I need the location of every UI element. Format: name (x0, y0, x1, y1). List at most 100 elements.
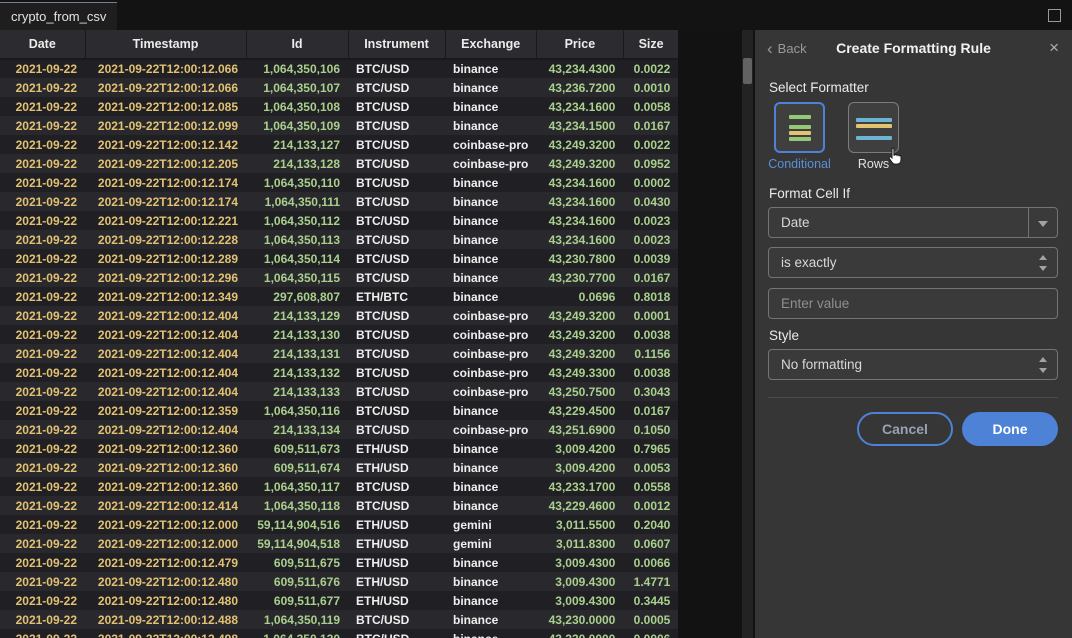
cell-instrument[interactable]: BTC/USD (348, 230, 445, 249)
table-row[interactable]: 2021-09-222021-09-22T12:00:12.0851,064,3… (0, 97, 678, 116)
cell-price[interactable]: 43,236.7200 (536, 78, 623, 97)
cell-size[interactable]: 0.0558 (623, 477, 678, 496)
cell-instrument[interactable]: BTC/USD (348, 610, 445, 629)
cell-price[interactable]: 43,249.3200 (536, 325, 623, 344)
cell-id[interactable]: 1,064,350,106 (246, 59, 348, 78)
cell-id[interactable]: 1,064,350,111 (246, 192, 348, 211)
table-row[interactable]: 2021-09-222021-09-22T12:00:12.404214,133… (0, 382, 678, 401)
column-header-instrument[interactable]: Instrument (348, 30, 445, 59)
cell-timestamp[interactable]: 2021-09-22T12:00:12.221 (85, 211, 246, 230)
cell-price[interactable]: 0.0696 (536, 287, 623, 306)
cell-date[interactable]: 2021-09-22 (0, 97, 85, 116)
cell-id[interactable]: 1,064,350,112 (246, 211, 348, 230)
table-row[interactable]: 2021-09-222021-09-22T12:00:12.00059,114,… (0, 534, 678, 553)
table-row[interactable]: 2021-09-222021-09-22T12:00:12.0991,064,3… (0, 116, 678, 135)
cell-instrument[interactable]: BTC/USD (348, 382, 445, 401)
table-row[interactable]: 2021-09-222021-09-22T12:00:12.4141,064,3… (0, 496, 678, 515)
cell-timestamp[interactable]: 2021-09-22T12:00:12.066 (85, 78, 246, 97)
cell-timestamp[interactable]: 2021-09-22T12:00:12.360 (85, 477, 246, 496)
column-header-exchange[interactable]: Exchange (445, 30, 536, 59)
cell-id[interactable]: 297,608,807 (246, 287, 348, 306)
cell-price[interactable]: 3,009.4300 (536, 591, 623, 610)
cell-size[interactable]: 0.0010 (623, 78, 678, 97)
column-header-id[interactable]: Id (246, 30, 348, 59)
cell-date[interactable]: 2021-09-22 (0, 553, 85, 572)
cell-instrument[interactable]: BTC/USD (348, 477, 445, 496)
cell-size[interactable]: 0.0430 (623, 192, 678, 211)
column-header-timestamp[interactable]: Timestamp (85, 30, 246, 59)
cell-id[interactable]: 214,133,128 (246, 154, 348, 173)
cell-id[interactable]: 609,511,677 (246, 591, 348, 610)
operator-select[interactable]: is exactly (768, 247, 1058, 278)
cell-instrument[interactable]: BTC/USD (348, 97, 445, 116)
cell-timestamp[interactable]: 2021-09-22T12:00:12.498 (85, 629, 246, 638)
table-row[interactable]: 2021-09-222021-09-22T12:00:12.2891,064,3… (0, 249, 678, 268)
style-select[interactable]: No formatting (768, 349, 1058, 380)
table-row[interactable]: 2021-09-222021-09-22T12:00:12.404214,133… (0, 420, 678, 439)
cell-date[interactable]: 2021-09-22 (0, 439, 85, 458)
table-row[interactable]: 2021-09-222021-09-22T12:00:12.3601,064,3… (0, 477, 678, 496)
cell-exchange[interactable]: binance (445, 439, 536, 458)
cell-date[interactable]: 2021-09-22 (0, 477, 85, 496)
cell-id[interactable]: 214,133,131 (246, 344, 348, 363)
cell-size[interactable]: 0.0039 (623, 249, 678, 268)
table-row[interactable]: 2021-09-222021-09-22T12:00:12.00059,114,… (0, 515, 678, 534)
cell-exchange[interactable]: gemini (445, 515, 536, 534)
cell-timestamp[interactable]: 2021-09-22T12:00:12.000 (85, 534, 246, 553)
table-row[interactable]: 2021-09-222021-09-22T12:00:12.205214,133… (0, 154, 678, 173)
cell-instrument[interactable]: ETH/USD (348, 515, 445, 534)
cell-exchange[interactable]: binance (445, 78, 536, 97)
cell-date[interactable]: 2021-09-22 (0, 78, 85, 97)
cell-instrument[interactable]: BTC/USD (348, 154, 445, 173)
cell-price[interactable]: 3,009.4300 (536, 572, 623, 591)
tab-crypto-from-csv[interactable]: crypto_from_csv (0, 2, 117, 30)
cell-exchange[interactable]: coinbase-pro (445, 306, 536, 325)
cell-exchange[interactable]: binance (445, 59, 536, 78)
cell-size[interactable]: 0.0023 (623, 211, 678, 230)
cell-price[interactable]: 43,234.1600 (536, 230, 623, 249)
cell-size[interactable]: 0.0005 (623, 610, 678, 629)
cell-id[interactable]: 214,133,132 (246, 363, 348, 382)
cell-instrument[interactable]: BTC/USD (348, 135, 445, 154)
cell-size[interactable]: 0.0167 (623, 116, 678, 135)
cell-date[interactable]: 2021-09-22 (0, 496, 85, 515)
cell-price[interactable]: 43,230.0000 (536, 610, 623, 629)
cell-price[interactable]: 43,234.1600 (536, 173, 623, 192)
cell-date[interactable]: 2021-09-22 (0, 268, 85, 287)
cell-id[interactable]: 214,133,133 (246, 382, 348, 401)
cell-exchange[interactable]: coinbase-pro (445, 325, 536, 344)
cell-instrument[interactable]: ETH/USD (348, 553, 445, 572)
cell-instrument[interactable]: ETH/USD (348, 572, 445, 591)
cell-date[interactable]: 2021-09-22 (0, 344, 85, 363)
cell-timestamp[interactable]: 2021-09-22T12:00:12.174 (85, 173, 246, 192)
cell-instrument[interactable]: ETH/USD (348, 458, 445, 477)
cell-price[interactable]: 43,249.3300 (536, 363, 623, 382)
cell-timestamp[interactable]: 2021-09-22T12:00:12.404 (85, 306, 246, 325)
table-row[interactable]: 2021-09-222021-09-22T12:00:12.404214,133… (0, 344, 678, 363)
cell-timestamp[interactable]: 2021-09-22T12:00:12.228 (85, 230, 246, 249)
cell-id[interactable]: 214,133,130 (246, 325, 348, 344)
cell-price[interactable]: 43,249.3200 (536, 154, 623, 173)
cell-exchange[interactable]: binance (445, 192, 536, 211)
cell-instrument[interactable]: BTC/USD (348, 59, 445, 78)
cell-size[interactable]: 0.0167 (623, 268, 678, 287)
cell-date[interactable]: 2021-09-22 (0, 116, 85, 135)
cell-price[interactable]: 43,234.1600 (536, 192, 623, 211)
cell-instrument[interactable]: ETH/USD (348, 534, 445, 553)
cell-size[interactable]: 0.8018 (623, 287, 678, 306)
column-header-size[interactable]: Size (623, 30, 678, 59)
cell-exchange[interactable]: binance (445, 401, 536, 420)
cell-size[interactable]: 0.0023 (623, 230, 678, 249)
table-row[interactable]: 2021-09-222021-09-22T12:00:12.4981,064,3… (0, 629, 678, 638)
cell-timestamp[interactable]: 2021-09-22T12:00:12.404 (85, 420, 246, 439)
close-icon[interactable]: × (1049, 30, 1059, 66)
cell-price[interactable]: 3,009.4200 (536, 439, 623, 458)
cell-exchange[interactable]: binance (445, 116, 536, 135)
table-row[interactable]: 2021-09-222021-09-22T12:00:12.2961,064,3… (0, 268, 678, 287)
cell-exchange[interactable]: coinbase-pro (445, 382, 536, 401)
cell-date[interactable]: 2021-09-22 (0, 230, 85, 249)
cell-timestamp[interactable]: 2021-09-22T12:00:12.360 (85, 439, 246, 458)
cell-instrument[interactable]: BTC/USD (348, 629, 445, 638)
cell-timestamp[interactable]: 2021-09-22T12:00:12.480 (85, 572, 246, 591)
cell-exchange[interactable]: binance (445, 173, 536, 192)
